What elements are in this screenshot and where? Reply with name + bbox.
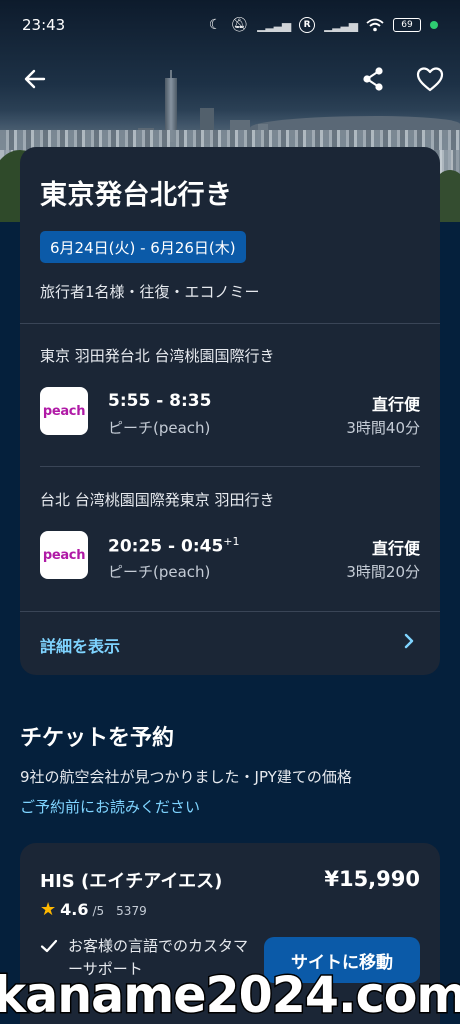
return-times-text: 20:25 - 0:45: [108, 536, 224, 557]
booking-section-title: チケットを予約: [20, 726, 175, 751]
signal-icon: ▁▂▃▅: [257, 18, 291, 32]
outbound-route: 東京 羽田発台北 台湾桃園国際行き: [40, 347, 275, 365]
divider: [40, 466, 420, 467]
chevron-right-icon[interactable]: [400, 631, 418, 651]
day-offset: +1: [223, 535, 240, 548]
booking-subtitle: 9社の航空会社が見つかりました・JPY建ての価格: [20, 768, 352, 786]
star-icon: ★: [40, 899, 57, 920]
return-route: 台北 台湾桃園国際発東京 羽田行き: [40, 491, 275, 509]
return-stops: 直行便: [371, 539, 420, 558]
review-count: 5379: [116, 904, 147, 918]
divider: [20, 323, 440, 324]
check-icon: [40, 939, 58, 953]
watermark: kaname2024.com: [0, 965, 460, 1024]
status-time: 23:43: [22, 16, 66, 34]
battery-icon: 69: [393, 18, 421, 32]
date-range-badge: 6月24日(火) - 6月26日(木): [40, 231, 246, 263]
heart-icon[interactable]: [415, 64, 445, 94]
airline-logo: peach: [40, 531, 88, 579]
wifi-icon: [366, 18, 384, 32]
return-times: 20:25 - 0:45+1: [108, 535, 240, 557]
read-before-booking-link[interactable]: ご予約前にお読みください: [20, 796, 200, 817]
page-title: 東京発台北行き: [40, 180, 233, 211]
share-icon[interactable]: [358, 64, 388, 94]
bell-muted-icon: 🔕︎: [230, 17, 249, 33]
offer-price: ¥15,990: [324, 867, 420, 891]
divider: [20, 611, 440, 612]
signal-icon-2: ▁▂▃▅: [324, 18, 358, 32]
provider-name: HIS (エイチアイエス): [40, 871, 223, 892]
registered-icon: R: [299, 17, 316, 33]
outbound-airline: ピーチ(peach): [108, 419, 211, 437]
top-nav: [0, 58, 460, 102]
travellers-summary: 旅行者1名様・往復・エコノミー: [40, 283, 260, 301]
provider-rating: ★ 4.6 /5 5379: [40, 899, 147, 920]
outbound-stops: 直行便: [371, 395, 420, 414]
airline-logo: peach: [40, 387, 88, 435]
show-details-link[interactable]: 詳細を表示: [40, 633, 120, 657]
privacy-dot-icon: [430, 21, 438, 29]
status-bar: 23:43 ☾ 🔕︎ ▁▂▃▅ R ▁▂▃▅ 69: [0, 0, 460, 50]
moon-icon: ☾: [208, 17, 222, 33]
trip-summary-card: 東京発台北行き 6月24日(火) - 6月26日(木) 旅行者1名様・往復・エコ…: [20, 147, 440, 675]
outbound-times: 5:55 - 8:35: [108, 391, 211, 411]
outbound-duration: 3時間40分: [346, 419, 420, 437]
outbound-times-text: 5:55 - 8:35: [108, 391, 212, 411]
rating-score: 4.6: [60, 900, 89, 919]
return-duration: 3時間20分: [346, 563, 420, 581]
back-arrow-icon[interactable]: [20, 64, 50, 94]
return-airline: ピーチ(peach): [108, 563, 211, 581]
rating-max: /5: [92, 904, 105, 918]
